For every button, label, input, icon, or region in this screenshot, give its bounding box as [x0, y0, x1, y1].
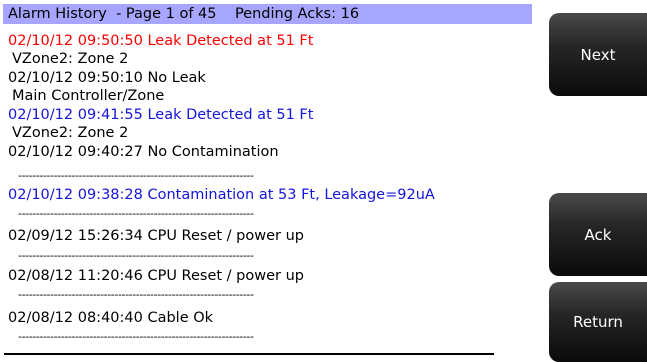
alarm-entry[interactable]: 02/10/12 09:40:27 No Contamination — [8, 143, 279, 161]
separator: ----------------------------------------… — [18, 250, 254, 261]
alarm-entry-zone: VZone2: Zone 2 — [12, 51, 129, 67]
alarm-entry-zone: VZone2: Zone 2 — [12, 125, 129, 141]
next-button-label: Next — [580, 45, 616, 64]
return-button[interactable]: Return — [549, 282, 647, 362]
alarm-entry[interactable]: 02/08/12 08:40:40 Cable Ok — [8, 309, 213, 327]
return-button-label: Return — [573, 313, 623, 331]
separator: ----------------------------------------… — [18, 208, 254, 219]
separator: ----------------------------------------… — [18, 289, 254, 300]
ack-button[interactable]: Ack — [549, 193, 647, 276]
alarm-entry[interactable]: 02/08/12 11:20:46 CPU Reset / power up — [8, 267, 304, 285]
alarm-entry[interactable]: 02/10/12 09:50:10 No Leak — [8, 69, 206, 87]
alarm-entry[interactable]: 02/09/12 15:26:34 CPU Reset / power up — [8, 227, 304, 245]
next-button[interactable]: Next — [549, 13, 647, 96]
separator: ----------------------------------------… — [18, 331, 254, 342]
ack-button-label: Ack — [584, 225, 612, 244]
alarm-entry[interactable]: 02/10/12 09:41:55 Leak Detected at 51 Ft — [8, 106, 313, 124]
alarm-list: 02/10/12 09:50:50 Leak Detected at 51 Ft… — [8, 0, 538, 362]
alarm-entry[interactable]: 02/10/12 09:38:28 Contamination at 53 Ft… — [8, 186, 435, 204]
bottom-divider — [4, 353, 494, 355]
separator: ----------------------------------------… — [18, 170, 254, 181]
alarm-entry[interactable]: 02/10/12 09:50:50 Leak Detected at 51 Ft — [8, 32, 313, 50]
alarm-entry-zone: Main Controller/Zone — [12, 88, 165, 104]
